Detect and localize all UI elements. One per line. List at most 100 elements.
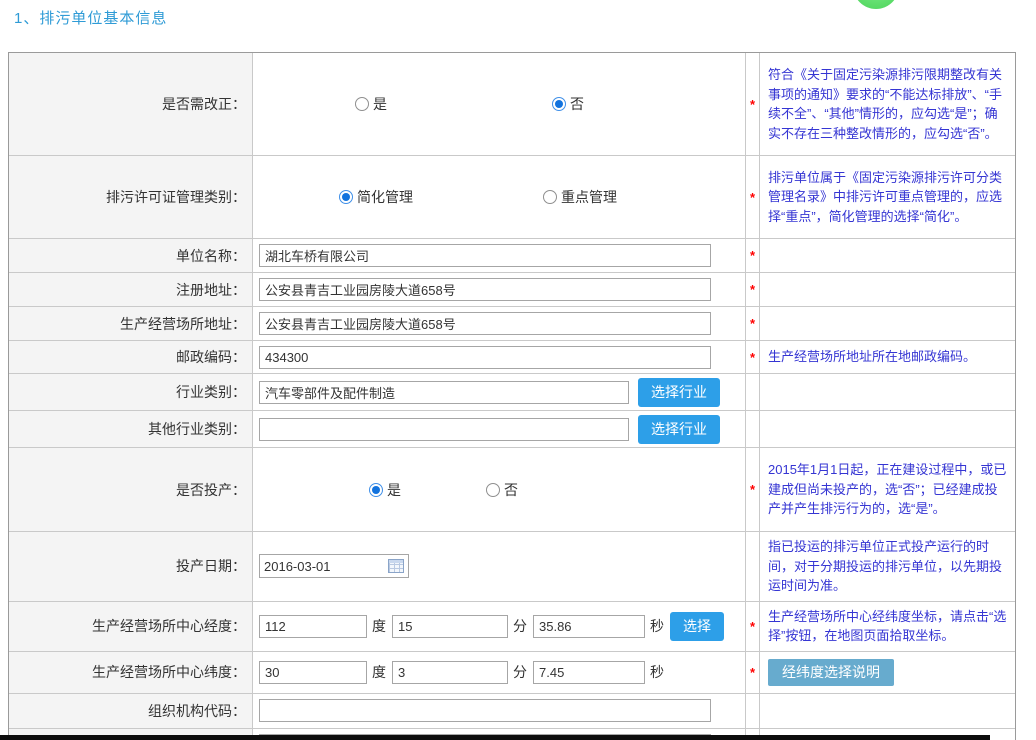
required-asterisk: * [746, 239, 760, 272]
second-unit-label: 秒 [650, 662, 664, 682]
row-mgmt-category-note: 排污单位属于《固定污染源排污许可分类管理名录》中排污许可重点管理的，应选择“重点… [760, 156, 1015, 238]
other-industry-input[interactable] [259, 418, 629, 441]
radio-label: 重点管理 [561, 187, 617, 207]
unit-name-input[interactable] [259, 244, 711, 267]
row-org-code-label: 组织机构代码： [9, 694, 253, 728]
production-option-no[interactable]: 否 [486, 480, 518, 500]
row-correction-note: 符合《关于固定污染源排污限期整改有关事项的通知》要求的“不能达标排放”、“手续不… [760, 53, 1015, 155]
longitude-second-input[interactable] [533, 615, 645, 638]
biz-address-input[interactable] [259, 312, 711, 335]
row-production-date: 投产日期： 2016-03-01 指已投运的排污单位正式投产运行的时间，对于分期… [9, 532, 1015, 602]
postal-code-input[interactable] [259, 346, 711, 369]
minute-unit-label: 分 [513, 616, 527, 636]
row-correction-label: 是否需改正： [9, 53, 253, 155]
row-reg-address-label: 注册地址： [9, 273, 253, 306]
required-asterisk: * [746, 156, 760, 238]
row-mgmt-category-label: 排污许可证管理类别： [9, 156, 253, 238]
empty-note [760, 694, 1015, 728]
row-production-date-label: 投产日期： [9, 532, 253, 601]
latitude-second-input[interactable] [533, 661, 645, 684]
required-asterisk: * [746, 273, 760, 306]
basic-info-form: 是否需改正： 是 否 * 符合《关于固定污染源排污限期整改有关事项的通知》要求的… [8, 52, 1016, 740]
select-other-industry-button[interactable]: 选择行业 [638, 415, 720, 444]
row-in-production-options: 是 否 [253, 448, 746, 531]
latitude-minute-input[interactable] [392, 661, 508, 684]
degree-unit-label: 度 [372, 616, 386, 636]
empty-note [760, 239, 1015, 272]
empty-note [760, 307, 1015, 340]
row-unit-name-label: 单位名称： [9, 239, 253, 272]
production-option-yes[interactable]: 是 [369, 480, 401, 500]
row-longitude-label: 生产经营场所中心经度： [9, 602, 253, 651]
empty-star [746, 532, 760, 601]
row-other-industry: 其他行业类别： 选择行业 [9, 411, 1015, 448]
radio-label: 否 [504, 480, 518, 500]
row-latitude: 生产经营场所中心纬度： 度 分 秒 * 经纬度选择说明 [9, 652, 1015, 694]
radio-label: 简化管理 [357, 187, 413, 207]
mgmt-option-key[interactable]: 重点管理 [543, 187, 617, 207]
row-unit-name: 单位名称： * [9, 239, 1015, 273]
required-asterisk: * [746, 341, 760, 373]
row-postal-code: 邮政编码： * 生产经营场所地址所在地邮政编码。 [9, 341, 1015, 374]
row-mgmt-category-options: 简化管理 重点管理 [253, 156, 746, 238]
production-date-value: 2016-03-01 [264, 559, 331, 574]
floating-green-button[interactable] [853, 0, 899, 9]
coordinates-help-button[interactable]: 经纬度选择说明 [768, 659, 894, 686]
empty-star [746, 374, 760, 410]
correction-option-yes[interactable]: 是 [355, 94, 387, 114]
radio-icon[interactable] [543, 190, 557, 204]
org-code-input[interactable] [259, 699, 711, 722]
required-asterisk: * [746, 602, 760, 651]
pick-coordinates-button[interactable]: 选择 [670, 612, 724, 641]
row-longitude-note: 生产经营场所中心经纬度坐标，请点击“选择”按钮，在地图页面拾取坐标。 [760, 602, 1015, 651]
row-in-production: 是否投产： 是 否 * 2015年1月1日起，正在建设过程中，或已建成但尚未投产… [9, 448, 1015, 532]
empty-star [746, 411, 760, 447]
row-correction: 是否需改正： 是 否 * 符合《关于固定污染源排污限期整改有关事项的通知》要求的… [9, 53, 1015, 156]
empty-note [760, 374, 1015, 410]
row-industry: 行业类别： 选择行业 [9, 374, 1015, 411]
radio-icon[interactable] [369, 483, 383, 497]
empty-note [760, 411, 1015, 447]
row-other-industry-label: 其他行业类别： [9, 411, 253, 447]
production-date-input[interactable]: 2016-03-01 [259, 554, 409, 578]
row-industry-label: 行业类别： [9, 374, 253, 410]
row-reg-address: 注册地址： * [9, 273, 1015, 307]
second-unit-label: 秒 [650, 616, 664, 636]
correction-option-no[interactable]: 否 [552, 94, 584, 114]
row-postal-code-label: 邮政编码： [9, 341, 253, 373]
radio-icon[interactable] [552, 97, 566, 111]
radio-label: 是 [373, 94, 387, 114]
longitude-degree-input[interactable] [259, 615, 367, 638]
degree-unit-label: 度 [372, 662, 386, 682]
calendar-icon[interactable] [388, 559, 404, 573]
select-industry-button[interactable]: 选择行业 [638, 378, 720, 407]
radio-icon[interactable] [339, 190, 353, 204]
row-in-production-note: 2015年1月1日起，正在建设过程中，或已建成但尚未投产的，选“否”；已经建成投… [760, 448, 1015, 531]
radio-icon[interactable] [486, 483, 500, 497]
required-asterisk: * [746, 307, 760, 340]
latitude-degree-input[interactable] [259, 661, 367, 684]
row-postal-code-note: 生产经营场所地址所在地邮政编码。 [760, 341, 1015, 373]
row-longitude: 生产经营场所中心经度： 度 分 秒 选择 * 生产经营场所中心经纬度坐标，请点击… [9, 602, 1015, 652]
required-asterisk: * [746, 652, 760, 693]
industry-input[interactable] [259, 381, 629, 404]
empty-note [760, 273, 1015, 306]
longitude-minute-input[interactable] [392, 615, 508, 638]
radio-label: 是 [387, 480, 401, 500]
minute-unit-label: 分 [513, 662, 527, 682]
required-asterisk: * [746, 448, 760, 531]
row-mgmt-category: 排污许可证管理类别： 简化管理 重点管理 * 排污单位属于《固定污染源排污许可分… [9, 156, 1015, 239]
row-biz-address-label: 生产经营场所地址： [9, 307, 253, 340]
row-latitude-label: 生产经营场所中心纬度： [9, 652, 253, 693]
bottom-window-edge [0, 735, 990, 740]
row-org-code: 组织机构代码： [9, 694, 1015, 729]
reg-address-input[interactable] [259, 278, 711, 301]
mgmt-option-simplified[interactable]: 简化管理 [339, 187, 413, 207]
radio-label: 否 [570, 94, 584, 114]
row-production-date-note: 指已投运的排污单位正式投产运行的时间，对于分期投运的排污单位，以先期投运时间为准… [760, 532, 1015, 601]
required-asterisk: * [746, 53, 760, 155]
empty-star [746, 694, 760, 728]
row-in-production-label: 是否投产： [9, 448, 253, 531]
page: 1、排污单位基本信息 是否需改正： 是 否 * 符合《关于固定污染源排污限期整改… [0, 0, 1036, 740]
radio-icon[interactable] [355, 97, 369, 111]
